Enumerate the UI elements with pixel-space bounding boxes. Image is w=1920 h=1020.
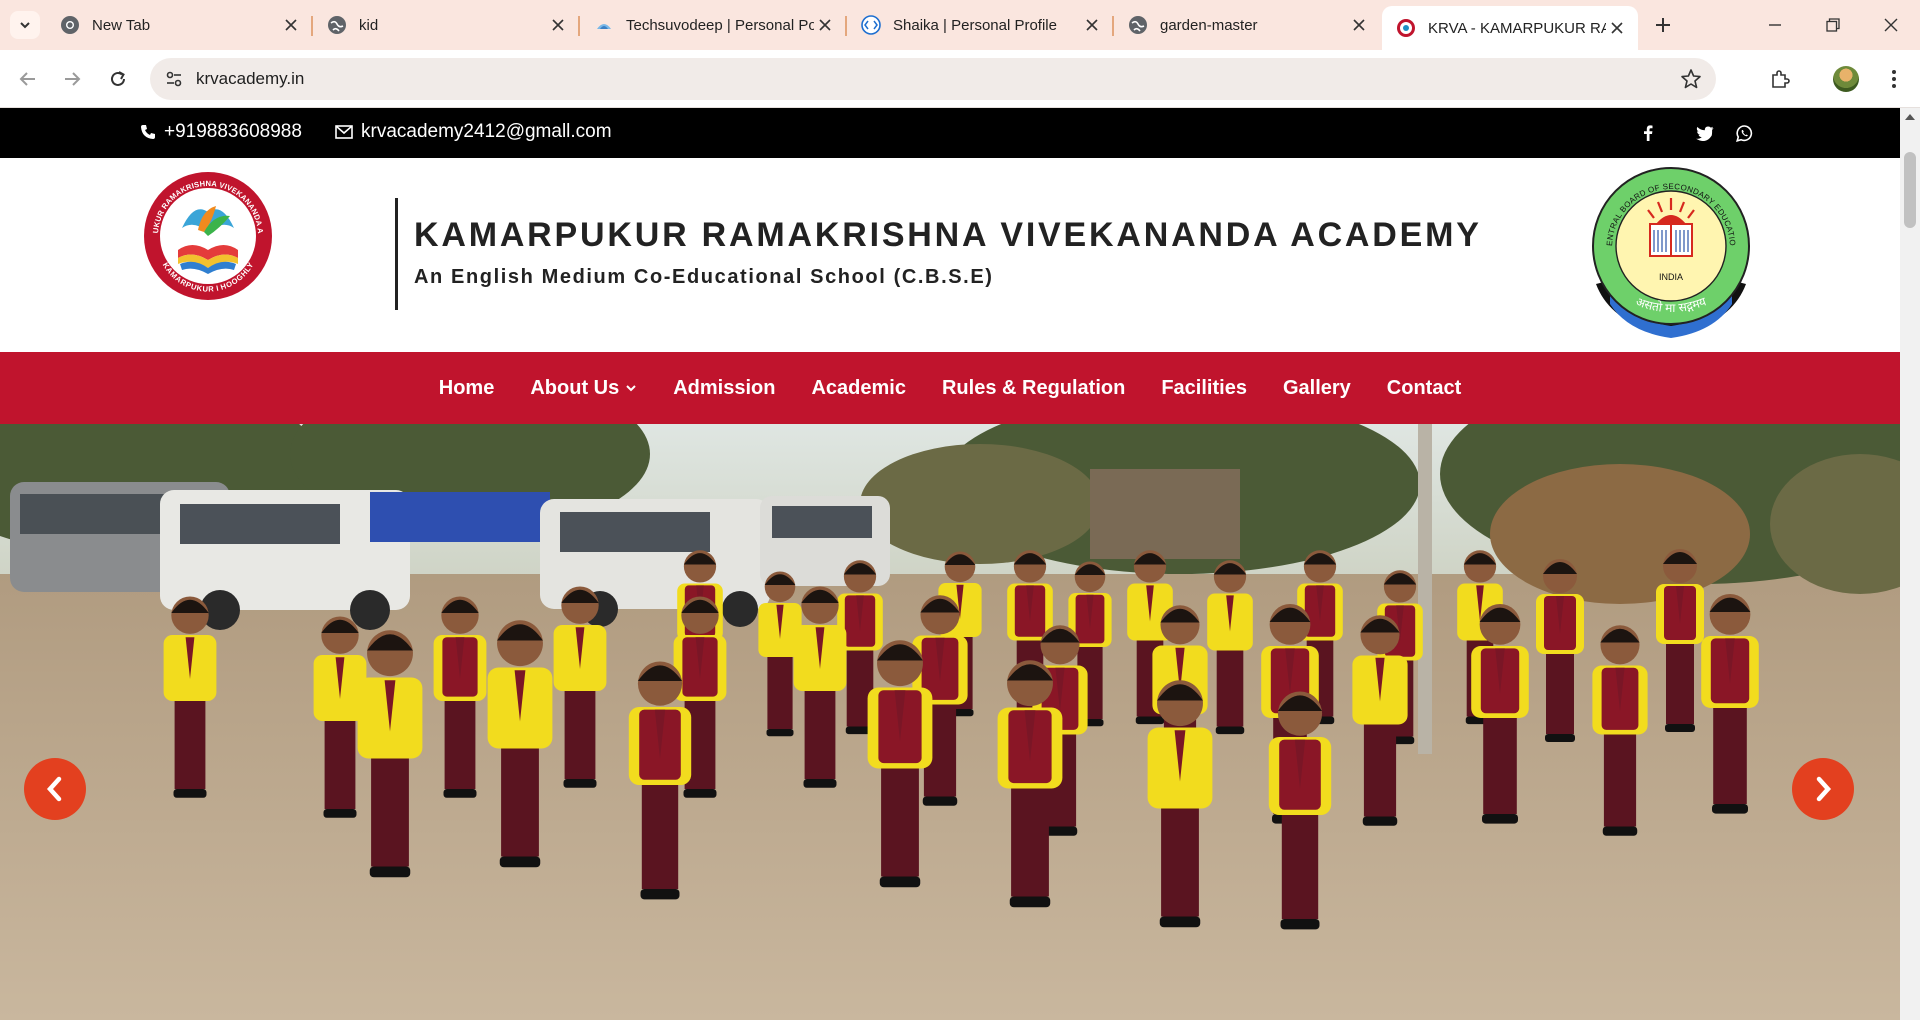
tab-title: KRVA - KAMARPUKUR RAM (1428, 19, 1606, 37)
restore-icon (1826, 18, 1840, 32)
school-subtitle: An English Medium Co-Educational School … (414, 266, 994, 288)
close-icon[interactable] (1606, 17, 1628, 39)
twitter-icon (1696, 126, 1714, 141)
nav-academic[interactable]: Academic (793, 377, 924, 400)
chrome-icon (60, 15, 80, 35)
reload-icon (111, 71, 125, 86)
hero-slide-photo (0, 424, 1900, 1020)
close-window-button[interactable] (1874, 8, 1908, 42)
reload-button[interactable] (102, 63, 134, 95)
slider-prev-button[interactable] (24, 758, 86, 820)
minimize-icon (1769, 24, 1781, 26)
nav-gallery[interactable]: Gallery (1265, 377, 1369, 400)
chevron-down-icon (20, 22, 30, 29)
nav-contact[interactable]: Contact (1369, 377, 1479, 400)
browser-tab[interactable]: garden-master (1114, 6, 1380, 44)
nav-about-us-label: About Us (530, 376, 620, 399)
nav-admission[interactable]: Admission (655, 377, 793, 400)
school-name: KAMARPUKUR RAMAKRISHNA VIVEKANANDA ACADE… (414, 216, 1482, 254)
page-icon (594, 15, 614, 35)
facebook-link[interactable] (1638, 123, 1658, 143)
school-logo[interactable]: KAMARPUKUR RAMAKRISHNA VIVEKANANDA ACADE… (142, 170, 274, 302)
close-icon[interactable] (1081, 14, 1103, 36)
phone-number: +919883608988 (164, 121, 302, 142)
whatsapp-icon (1735, 124, 1752, 142)
main-nav: Home About Us Admission Academic Rules &… (0, 352, 1900, 424)
email-address: krvacademy2412@gmall.com (361, 121, 612, 142)
globe-icon (327, 15, 347, 35)
phone-icon (141, 125, 155, 139)
tab-title: Shaika | Personal Profile (893, 16, 1057, 34)
browser-tab-bar: New Tab kid Techsuvodeep | Personal Po S… (0, 0, 1920, 50)
browser-tab[interactable]: Shaika | Personal Profile (847, 6, 1114, 44)
nav-about-us[interactable]: About Us (512, 377, 655, 400)
facebook-icon (1644, 125, 1653, 141)
extensions-button[interactable] (1764, 63, 1796, 95)
browser-toolbar: krvacademy.in (0, 50, 1920, 108)
page-viewport: +919883608988 krvacademy2412@gmall.com K… (0, 108, 1900, 1020)
cbse-logo[interactable]: CENTRAL BOARD OF SECONDARY EDUCATION IND… (1588, 166, 1754, 342)
twitter-link[interactable] (1695, 123, 1715, 143)
tab-title: garden-master (1160, 16, 1258, 34)
browser-tab[interactable]: New Tab (46, 6, 313, 44)
nav-rules-regulation[interactable]: Rules & Regulation (924, 377, 1143, 400)
browser-tab[interactable]: Techsuvodeep | Personal Po (580, 6, 847, 44)
new-tab-button[interactable] (1648, 10, 1678, 40)
star-icon[interactable] (1680, 68, 1702, 90)
arrow-left-icon (19, 72, 35, 86)
address-bar[interactable]: krvacademy.in (150, 58, 1716, 100)
globe-icon (1128, 15, 1148, 35)
envelope-icon (335, 125, 353, 139)
arrow-right-icon (65, 72, 81, 86)
puzzle-icon (1772, 70, 1790, 88)
slider-next-button[interactable] (1792, 758, 1854, 820)
minimize-button[interactable] (1758, 8, 1792, 42)
tab-search-button[interactable] (10, 11, 40, 39)
scroll-up-arrow[interactable] (1905, 114, 1915, 120)
contact-bar: +919883608988 krvacademy2412@gmall.com (0, 108, 1900, 158)
restore-button[interactable] (1816, 8, 1850, 42)
close-icon[interactable] (814, 14, 836, 36)
chevron-right-icon (1816, 776, 1832, 802)
chevron-down-icon (626, 385, 636, 392)
nav-facilities[interactable]: Facilities (1143, 377, 1265, 400)
whatsapp-link[interactable] (1734, 123, 1754, 143)
scrollbar-thumb[interactable] (1904, 152, 1916, 228)
phone-link[interactable]: +919883608988 (140, 121, 302, 143)
site-header: KAMARPUKUR RAMAKRISHNA VIVEKANANDA ACADE… (0, 158, 1900, 352)
avatar (1833, 66, 1859, 92)
tab-title: kid (359, 16, 379, 34)
tab-title: Techsuvodeep | Personal Po (626, 16, 814, 34)
browser-tab[interactable]: kid (313, 6, 580, 44)
url-text: krvacademy.in (196, 69, 305, 88)
back-button[interactable] (12, 63, 44, 95)
page-scrollbar[interactable] (1900, 108, 1920, 1020)
close-icon (1884, 18, 1898, 32)
forward-button[interactable] (56, 63, 88, 95)
site-info-icon[interactable] (164, 69, 184, 89)
close-icon[interactable] (280, 14, 302, 36)
code-icon (861, 15, 881, 35)
browser-tab-active[interactable]: KRVA - KAMARPUKUR RAM (1382, 6, 1638, 50)
tab-title: New Tab (92, 16, 151, 34)
nav-home[interactable]: Home (421, 377, 513, 400)
email-link[interactable]: krvacademy2412@gmall.com (335, 121, 612, 143)
cbse-india-text: INDIA (1659, 272, 1683, 282)
profile-button[interactable] (1830, 63, 1862, 95)
menu-button[interactable] (1878, 63, 1910, 95)
plus-icon (1656, 18, 1670, 32)
hero-slider (0, 424, 1900, 1020)
close-icon[interactable] (547, 14, 569, 36)
more-vert-icon (1892, 70, 1896, 88)
school-logo-icon (1396, 18, 1416, 38)
chevron-left-icon (46, 776, 62, 802)
header-divider (395, 198, 398, 310)
close-icon[interactable] (1348, 14, 1370, 36)
